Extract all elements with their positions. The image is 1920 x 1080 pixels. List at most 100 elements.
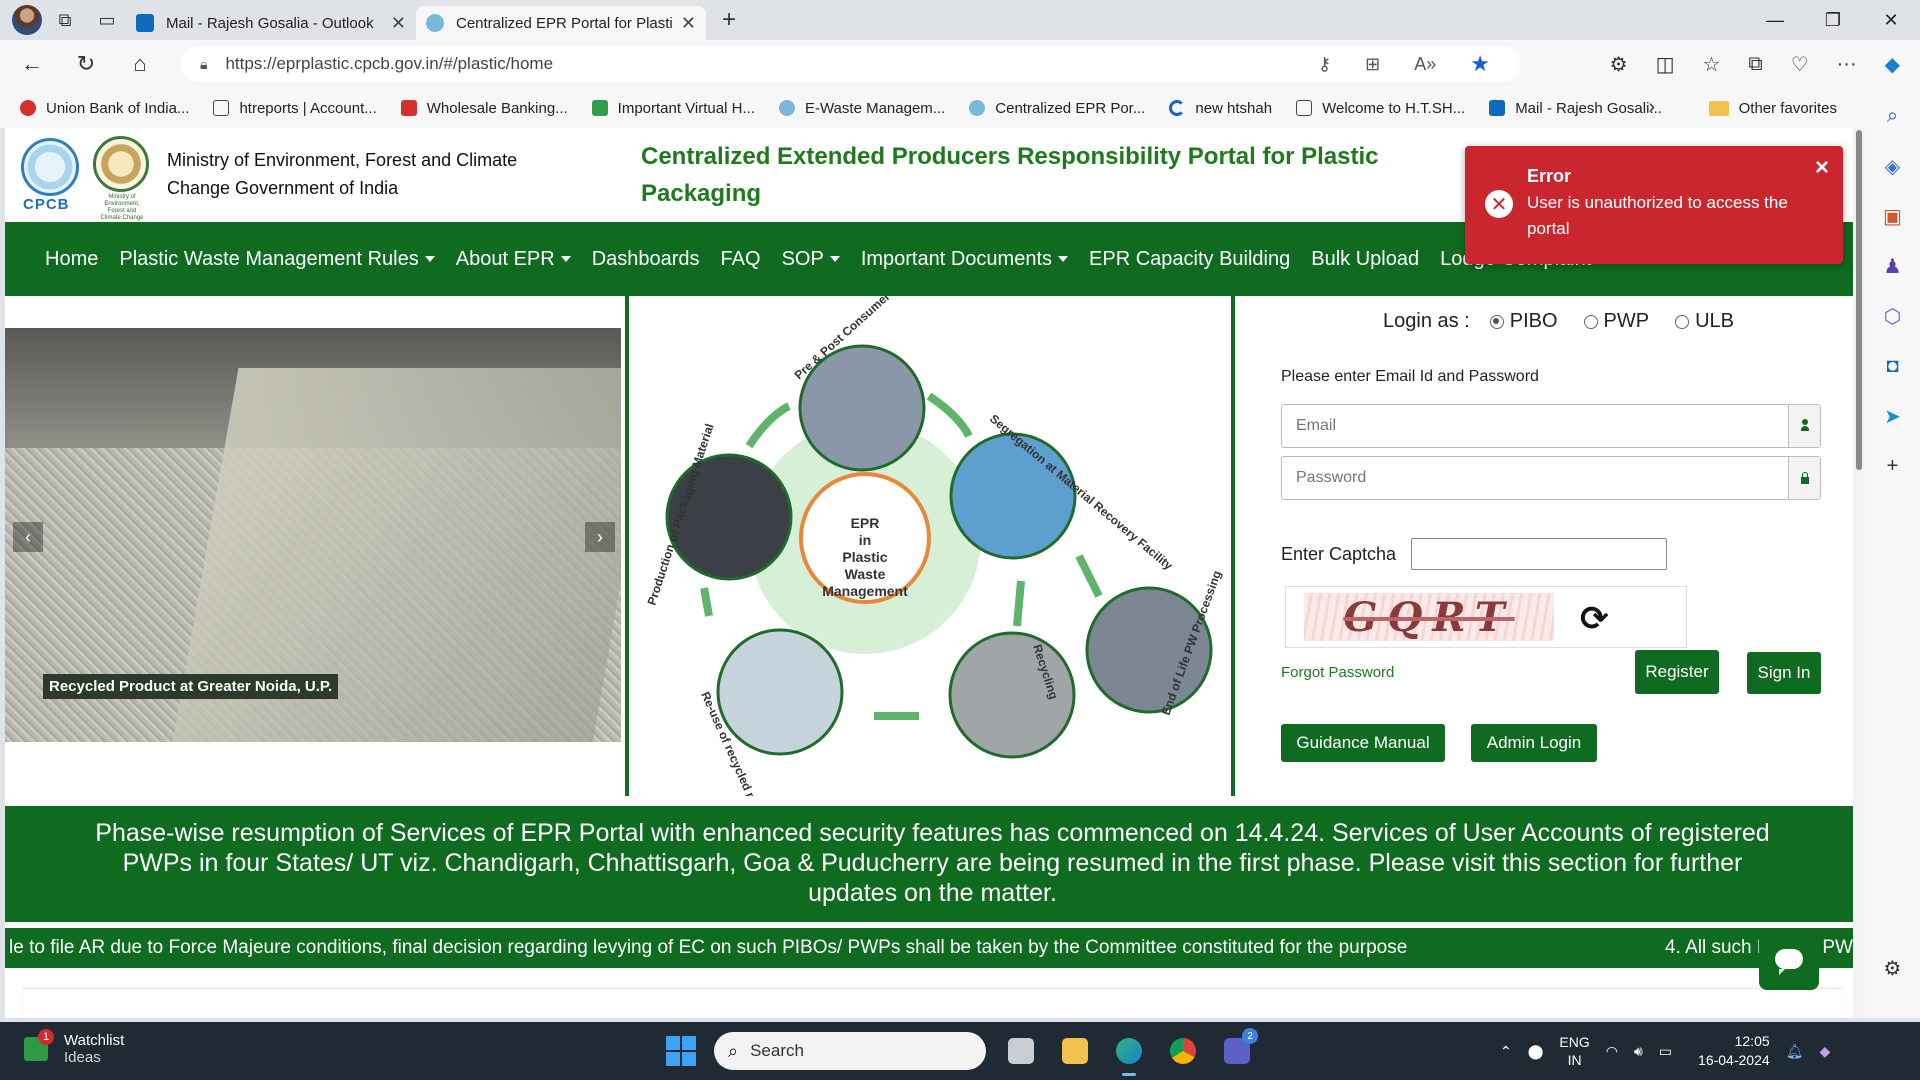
- copilot-app-icon[interactable]: ⬡: [1880, 304, 1906, 328]
- radio-pwp[interactable]: [1583, 314, 1598, 329]
- restore-icon[interactable]: ❐: [1804, 0, 1862, 40]
- teams-icon[interactable]: 2: [1218, 1028, 1258, 1070]
- hdfc-icon: [400, 100, 417, 116]
- workspaces-icon[interactable]: ⧉: [46, 4, 84, 36]
- watchlist-widget[interactable]: 1 Watchlist Ideas: [24, 1029, 124, 1066]
- profile-avatar[interactable]: [12, 5, 42, 35]
- copilot-icon[interactable]: ◆: [1885, 52, 1900, 77]
- minimize-icon[interactable]: —: [1746, 0, 1804, 40]
- favorite-item[interactable]: Union Bank of India...: [20, 100, 189, 117]
- shopping-tag-icon[interactable]: ◈: [1880, 154, 1906, 178]
- cpcb-logo[interactable]: [21, 138, 79, 196]
- taskbar-search[interactable]: ⌕ Search: [714, 1032, 986, 1070]
- read-aloud-icon[interactable]: A»: [1414, 54, 1436, 75]
- other-favorites[interactable]: Other favorites: [1708, 88, 1837, 128]
- captcha-refresh-icon[interactable]: ⟳: [1580, 599, 1609, 639]
- lock-icon[interactable]: 🔒︎: [200, 56, 207, 73]
- favorite-item[interactable]: Centralized EPR Por...: [969, 100, 1145, 117]
- radio-ulb[interactable]: [1675, 314, 1690, 329]
- nav-about-epr[interactable]: About EPR: [456, 248, 571, 271]
- browser-essentials-icon[interactable]: ♡: [1791, 52, 1809, 77]
- favorite-item[interactable]: Mail - Rajesh Gosali...: [1489, 100, 1662, 117]
- page-scrollbar[interactable]: [1853, 128, 1865, 1018]
- chrome-icon[interactable]: [1164, 1032, 1202, 1070]
- nav-important-documents[interactable]: Important Documents: [861, 248, 1069, 271]
- register-button[interactable]: Register: [1635, 650, 1719, 694]
- edge-sidebar: ⌕ ◈ ▣ ♟ ⬡ ◘ ➤ + ⚙: [1865, 88, 1920, 1018]
- captcha-input[interactable]: [1411, 538, 1667, 570]
- address-bar-row: ← ↻ ⌂ 🔒︎ https://eprplastic.cpcb.gov.in/…: [0, 40, 1920, 88]
- sidebar-settings-icon[interactable]: ⚙: [1880, 956, 1906, 980]
- volume-icon[interactable]: 🔊︎: [1634, 1043, 1643, 1060]
- close-window-icon[interactable]: ✕: [1862, 0, 1920, 40]
- toast-close-icon[interactable]: ×: [1815, 154, 1829, 182]
- copilot-taskbar-icon[interactable]: ◆: [1819, 1043, 1830, 1060]
- favorite-star-icon[interactable]: ★: [1470, 51, 1490, 77]
- tray-app-icon[interactable]: ⬤: [1528, 1043, 1544, 1060]
- apps-icon[interactable]: ⊞: [1365, 54, 1380, 75]
- battery-icon[interactable]: ▭: [1659, 1043, 1672, 1060]
- nav-home[interactable]: Home: [45, 248, 98, 271]
- tools-briefcase-icon[interactable]: ▣: [1880, 204, 1906, 228]
- radio-label: PIBO: [1509, 310, 1558, 332]
- refresh-icon[interactable]: ↻: [64, 46, 108, 82]
- favorite-item[interactable]: htreports | Account...: [213, 100, 377, 117]
- carousel-prev-icon[interactable]: ‹: [13, 522, 43, 552]
- task-view-icon[interactable]: [1002, 1032, 1040, 1070]
- more-menu-icon[interactable]: ···: [1837, 53, 1857, 76]
- notification-bell-icon[interactable]: 🔔︎: [1786, 1043, 1804, 1060]
- nav-faq[interactable]: FAQ: [721, 248, 761, 271]
- url-field[interactable]: 🔒︎ https://eprplastic.cpcb.gov.in/#/plas…: [180, 46, 1520, 82]
- password-key-icon[interactable]: ⚷: [1318, 54, 1331, 75]
- chat-button[interactable]: [1759, 928, 1819, 990]
- admin-login-button[interactable]: Admin Login: [1471, 724, 1597, 762]
- tab-close-icon[interactable]: ✕: [681, 13, 696, 34]
- union-bank-icon: [20, 100, 36, 116]
- tab-close-icon[interactable]: ✕: [391, 13, 406, 34]
- tab-outlook[interactable]: Mail - Rajesh Gosalia - Outlook ✕: [126, 6, 416, 40]
- search-icon[interactable]: ⌕: [1880, 104, 1906, 128]
- scrollbar-thumb[interactable]: [1856, 130, 1862, 470]
- nav-pwm-rules[interactable]: Plastic Waste Management Rules: [119, 248, 435, 271]
- favorite-item[interactable]: Welcome to H.T.SH...: [1296, 100, 1465, 117]
- url-actions: ⚷ ⊞ A» ★: [1318, 46, 1490, 82]
- password-input[interactable]: [1282, 458, 1768, 498]
- collections-icon[interactable]: ⧉: [1748, 53, 1762, 76]
- center-line-waste: Waste: [845, 566, 886, 582]
- carousel-next-icon[interactable]: ›: [585, 522, 615, 552]
- split-screen-icon[interactable]: ◫: [1656, 52, 1675, 77]
- new-tab-icon[interactable]: +: [722, 6, 736, 34]
- tab-epr-portal[interactable]: Centralized EPR Portal for Plastic ✕: [416, 6, 706, 40]
- guidance-manual-button[interactable]: Guidance Manual: [1281, 724, 1445, 762]
- windows-start-icon[interactable]: [666, 1036, 696, 1066]
- forgot-password-link[interactable]: Forgot Password: [1281, 664, 1394, 681]
- radio-pibo[interactable]: [1489, 314, 1504, 329]
- games-icon[interactable]: ♟: [1880, 254, 1906, 278]
- language-indicator[interactable]: ENG IN: [1559, 1033, 1589, 1069]
- nav-dashboards[interactable]: Dashboards: [592, 248, 700, 271]
- sign-in-button[interactable]: Sign In: [1747, 652, 1821, 694]
- nav-capacity-building[interactable]: EPR Capacity Building: [1089, 248, 1290, 271]
- favorite-item[interactable]: E-Waste Managem...: [778, 100, 945, 117]
- email-input[interactable]: [1282, 406, 1768, 446]
- news-ticker: le to file AR due to Force Majeure condi…: [5, 928, 1860, 968]
- extensions-icon[interactable]: ⚙: [1610, 52, 1628, 77]
- outlook-app-icon[interactable]: ◘: [1880, 354, 1906, 378]
- clock[interactable]: 12:05 16-04-2024: [1698, 1032, 1770, 1070]
- tray-chevron-up-icon[interactable]: ⌃: [1500, 1043, 1512, 1060]
- add-app-icon[interactable]: +: [1880, 454, 1906, 478]
- file-explorer-icon[interactable]: [1056, 1032, 1094, 1070]
- nav-bulk-upload[interactable]: Bulk Upload: [1311, 248, 1419, 271]
- tab-actions-icon[interactable]: ▭: [88, 4, 126, 36]
- favorites-overflow-chevron-icon[interactable]: ›: [1648, 96, 1655, 119]
- favorite-item[interactable]: Wholesale Banking...: [400, 100, 568, 117]
- home-icon[interactable]: ⌂: [118, 46, 162, 82]
- favorites-icon[interactable]: ☆: [1702, 52, 1720, 77]
- send-icon[interactable]: ➤: [1880, 404, 1906, 428]
- back-icon[interactable]: ←: [10, 46, 54, 82]
- edge-browser-icon[interactable]: [1110, 1032, 1148, 1076]
- favorite-item[interactable]: Important Virtual H...: [591, 100, 755, 117]
- nav-sop[interactable]: SOP: [782, 248, 840, 271]
- favorite-item[interactable]: new htshah: [1169, 100, 1272, 117]
- wifi-icon[interactable]: ◠: [1606, 1043, 1618, 1060]
